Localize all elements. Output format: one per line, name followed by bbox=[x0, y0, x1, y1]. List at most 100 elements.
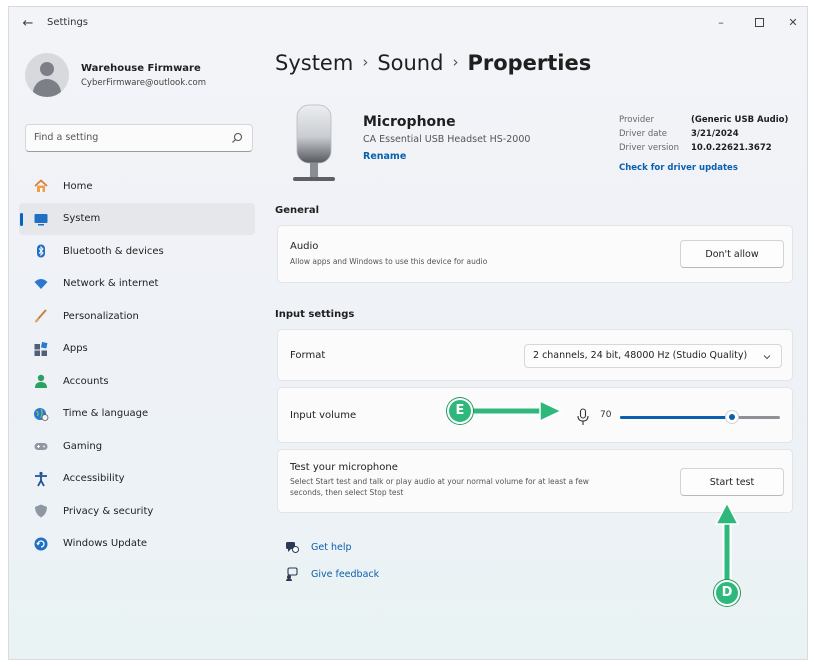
format-select[interactable]: 2 channels, 24 bit, 48000 Hz (Studio Qua… bbox=[524, 344, 782, 368]
dont-allow-button[interactable]: Don't allow bbox=[680, 240, 784, 268]
sidebar-item-accessibility[interactable]: Accessibility bbox=[19, 463, 255, 496]
property-value: 10.0.22621.3672 bbox=[691, 143, 772, 153]
sidebar-item-label: Windows Update bbox=[63, 538, 148, 550]
test-microphone-description-line1: Select Start test and talk or play audio… bbox=[290, 477, 589, 486]
get-help-label: Get help bbox=[311, 541, 352, 553]
globe-clock-icon bbox=[34, 407, 49, 421]
sidebar-nav: Home System Bluetooth & devices Network … bbox=[19, 170, 255, 560]
profile-email: CyberFirmware@outlook.com bbox=[81, 78, 207, 88]
chevron-down-icon bbox=[763, 355, 771, 360]
brush-icon bbox=[35, 309, 47, 323]
search-input[interactable]: Find a setting bbox=[25, 124, 253, 152]
sidebar-item-system[interactable]: System bbox=[19, 202, 255, 235]
format-card: Format 2 channels, 24 bit, 48000 Hz (Stu… bbox=[277, 329, 793, 381]
sidebar-item-gaming[interactable]: Gaming bbox=[19, 430, 255, 463]
sidebar-item-network[interactable]: Network & internet bbox=[19, 268, 255, 301]
audio-card: Audio Allow apps and Windows to use this… bbox=[277, 225, 793, 283]
input-volume-card: Input volume 70 bbox=[277, 387, 793, 443]
avatar bbox=[25, 53, 69, 97]
annotation-arrow-d bbox=[714, 501, 740, 587]
property-row: Driver version 10.0.22621.3672 bbox=[619, 143, 799, 157]
system-icon bbox=[34, 213, 48, 226]
test-microphone-description-line2: seconds, then select Stop test bbox=[290, 488, 404, 497]
sidebar-item-windows-update[interactable]: Windows Update bbox=[19, 528, 255, 561]
sidebar-item-label: Accessibility bbox=[63, 473, 125, 485]
sidebar-item-privacy-security[interactable]: Privacy & security bbox=[19, 495, 255, 528]
accounts-icon bbox=[35, 375, 47, 389]
get-help-link[interactable]: Get help bbox=[285, 540, 352, 554]
property-key: Driver date bbox=[619, 129, 668, 139]
help-icon bbox=[286, 542, 299, 553]
property-value: (Generic USB Audio) bbox=[691, 115, 789, 125]
sidebar-item-label: System bbox=[63, 213, 101, 225]
accessibility-icon bbox=[35, 471, 47, 487]
sidebar-item-label: Gaming bbox=[63, 440, 103, 452]
sidebar-item-label: Personalization bbox=[63, 310, 139, 322]
property-key: Driver version bbox=[619, 143, 679, 153]
section-title-general: General bbox=[275, 205, 319, 216]
format-label: Format bbox=[290, 350, 326, 361]
breadcrumb-sound[interactable]: Sound bbox=[377, 51, 443, 75]
sidebar-item-label: Home bbox=[63, 180, 93, 192]
close-button[interactable]: ✕ bbox=[781, 13, 805, 33]
sidebar-item-apps[interactable]: Apps bbox=[19, 333, 255, 366]
annotation-badge-e: E bbox=[447, 398, 473, 424]
sidebar-item-bluetooth[interactable]: Bluetooth & devices bbox=[19, 235, 255, 268]
maximize-button[interactable] bbox=[747, 13, 771, 33]
update-icon bbox=[34, 537, 48, 551]
device-name: Microphone bbox=[363, 114, 456, 130]
maximize-icon bbox=[754, 18, 764, 27]
check-driver-updates-link[interactable]: Check for driver updates bbox=[619, 163, 738, 173]
page-title: Properties bbox=[467, 51, 592, 75]
sidebar-item-label: Time & language bbox=[63, 408, 149, 420]
app-title: Settings bbox=[47, 17, 89, 28]
bluetooth-icon bbox=[37, 244, 45, 258]
feedback-icon bbox=[286, 567, 298, 581]
breadcrumb: System › Sound › Properties bbox=[275, 51, 591, 75]
slider-fill bbox=[620, 416, 732, 419]
sidebar-item-label: Apps bbox=[63, 343, 88, 355]
breadcrumb-system[interactable]: System bbox=[275, 51, 353, 75]
device-model: CA Essential USB Headset HS-2000 bbox=[363, 134, 531, 145]
sidebar-item-personalization[interactable]: Personalization bbox=[19, 300, 255, 333]
property-key: Provider bbox=[619, 115, 654, 125]
sidebar-item-time-language[interactable]: Time & language bbox=[19, 398, 255, 431]
audio-title: Audio bbox=[290, 241, 319, 252]
wifi-icon bbox=[34, 278, 48, 289]
device-properties: Provider (Generic USB Audio) Driver date… bbox=[619, 115, 799, 157]
sidebar-item-label: Accounts bbox=[63, 375, 109, 387]
apps-icon bbox=[34, 341, 48, 356]
test-microphone-card: Test your microphone Select Start test a… bbox=[277, 449, 793, 513]
audio-description: Allow apps and Windows to use this devic… bbox=[290, 257, 488, 266]
microphone-icon bbox=[577, 408, 589, 425]
sidebar-item-label: Network & internet bbox=[63, 278, 159, 290]
back-button[interactable]: ← bbox=[19, 16, 37, 32]
title-bar: ← Settings – ✕ bbox=[9, 7, 807, 41]
search-icon bbox=[232, 132, 243, 143]
input-volume-label: Input volume bbox=[290, 410, 357, 421]
sidebar-item-label: Privacy & security bbox=[63, 505, 154, 517]
sidebar-item-accounts[interactable]: Accounts bbox=[19, 365, 255, 398]
sidebar-item-home[interactable]: Home bbox=[19, 170, 255, 203]
give-feedback-link[interactable]: Give feedback bbox=[285, 567, 379, 581]
breadcrumb-separator: › bbox=[362, 53, 369, 71]
breadcrumb-separator: › bbox=[452, 53, 459, 71]
format-value: 2 channels, 24 bit, 48000 Hz (Studio Qua… bbox=[533, 350, 748, 361]
input-volume-slider[interactable] bbox=[620, 410, 780, 424]
user-profile[interactable]: Warehouse Firmware CyberFirmware@outlook… bbox=[25, 51, 255, 101]
minimize-button[interactable]: – bbox=[709, 13, 733, 33]
microphone-device-image bbox=[293, 104, 335, 181]
annotation-badge-d: D bbox=[714, 580, 740, 606]
sidebar-item-label: Bluetooth & devices bbox=[63, 245, 164, 257]
profile-name: Warehouse Firmware bbox=[81, 63, 201, 74]
property-value: 3/21/2024 bbox=[691, 129, 739, 139]
property-row: Driver date 3/21/2024 bbox=[619, 129, 799, 143]
home-icon bbox=[34, 179, 48, 193]
shield-icon bbox=[35, 504, 47, 518]
give-feedback-label: Give feedback bbox=[311, 568, 380, 580]
rename-link[interactable]: Rename bbox=[363, 151, 406, 162]
start-test-button[interactable]: Start test bbox=[680, 468, 784, 496]
property-row: Provider (Generic USB Audio) bbox=[619, 115, 799, 129]
slider-thumb[interactable] bbox=[725, 410, 739, 424]
settings-window: ← Settings – ✕ Warehouse Firmware CyberF… bbox=[8, 6, 808, 660]
